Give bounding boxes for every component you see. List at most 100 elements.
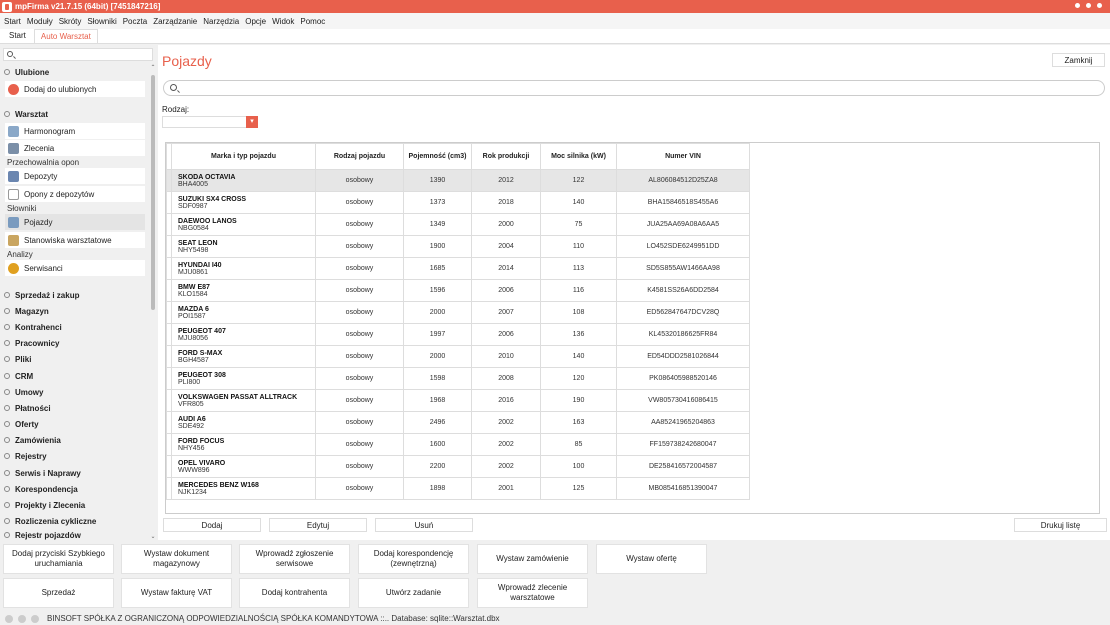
cell-vin[interactable]: PK086405988520146 bbox=[616, 367, 750, 390]
table-row[interactable]: SEAT LEON NHY5498 osobowy 1900 2004 110 LO452S… bbox=[166, 235, 750, 258]
table-row[interactable]: SKODA OCTAVIA BHA4005 osobowy 1390 2012 122 AL… bbox=[166, 169, 750, 192]
cell-power[interactable]: 110 bbox=[540, 235, 617, 258]
cell-type[interactable]: osobowy bbox=[315, 411, 404, 434]
table-row[interactable]: PEUGEOT 308 PLI800 osobowy 1598 2008 120 PK086… bbox=[166, 367, 750, 390]
cell-vin[interactable]: KL45320186625FR84 bbox=[616, 323, 750, 346]
cell-vin[interactable]: SD5S855AW1466AA98 bbox=[616, 257, 750, 280]
cell-capacity[interactable]: 2200 bbox=[403, 455, 472, 478]
cell-type[interactable]: osobowy bbox=[315, 323, 404, 346]
close-dot-icon[interactable] bbox=[1097, 3, 1102, 8]
quick-create-task-button[interactable]: Utwórz zadanie bbox=[358, 578, 469, 608]
quick-offer-button[interactable]: Wystaw ofertę bbox=[596, 544, 707, 574]
section-rejestry[interactable]: Rejestry bbox=[3, 449, 148, 463]
cell-power[interactable]: 120 bbox=[540, 367, 617, 390]
cell-capacity[interactable]: 1997 bbox=[403, 323, 472, 346]
cell-vehicle[interactable]: MERCEDES BENZ W168 NJK1234 bbox=[171, 477, 316, 500]
cell-power[interactable]: 190 bbox=[540, 389, 617, 412]
cell-vehicle[interactable]: HYUNDAI I40 MJU0861 bbox=[171, 257, 316, 280]
column-header-vin[interactable]: Numer VIN bbox=[616, 143, 750, 170]
table-row[interactable]: MERCEDES BENZ W168 NJK1234 osobowy 1898 2001… bbox=[166, 477, 750, 500]
cell-vin[interactable]: JUA25AA69A08A6AA5 bbox=[616, 213, 750, 236]
cell-vehicle[interactable]: VOLKSWAGEN PASSAT ALLTRACK VFR805 bbox=[171, 389, 316, 412]
cell-power[interactable]: 122 bbox=[540, 169, 617, 192]
minimize-dot-icon[interactable] bbox=[1075, 3, 1080, 8]
quick-order-button[interactable]: Wystaw zamówienie bbox=[477, 544, 588, 574]
cell-year[interactable]: 2010 bbox=[471, 345, 541, 368]
cell-type[interactable]: osobowy bbox=[315, 279, 404, 302]
cell-power[interactable]: 116 bbox=[540, 279, 617, 302]
table-row[interactable]: SUZUKI SX4 CROSS SDF0987 osobowy 1373 2018 14… bbox=[166, 191, 750, 214]
quick-service-request-button[interactable]: Wprowadź zgłoszenie serwisowe bbox=[239, 544, 350, 574]
menu-start[interactable]: Start bbox=[4, 17, 21, 26]
menu-zarzadzanie[interactable]: Zarządzanie bbox=[153, 17, 197, 26]
column-header-moc[interactable]: Moc silnika (kW) bbox=[540, 143, 617, 170]
menu-opcje[interactable]: Opcje bbox=[245, 17, 266, 26]
section-rozliczenia[interactable]: Rozliczenia cykliczne bbox=[3, 514, 148, 528]
edit-button[interactable]: Edytuj bbox=[269, 518, 367, 532]
section-pracownicy[interactable]: Pracownicy bbox=[3, 336, 148, 350]
maximize-dot-icon[interactable] bbox=[1086, 3, 1091, 8]
sidebar-search-input[interactable] bbox=[3, 48, 153, 61]
cell-capacity[interactable]: 1685 bbox=[403, 257, 472, 280]
column-header-pojemnosc[interactable]: Pojemność (cm3) bbox=[403, 143, 472, 170]
cell-capacity[interactable]: 1968 bbox=[403, 389, 472, 412]
cell-power[interactable]: 163 bbox=[540, 411, 617, 434]
cell-vin[interactable]: BHA15846518S455A6 bbox=[616, 191, 750, 214]
cell-capacity[interactable]: 1596 bbox=[403, 279, 472, 302]
cell-power[interactable]: 140 bbox=[540, 345, 617, 368]
sidebar-item-opony[interactable]: Opony z depozytów bbox=[5, 186, 145, 202]
sidebar-scrollbar[interactable]: ⌃ ⌄ bbox=[149, 65, 157, 540]
cell-power[interactable]: 100 bbox=[540, 455, 617, 478]
cell-capacity[interactable]: 1349 bbox=[403, 213, 472, 236]
cell-type[interactable]: osobowy bbox=[315, 455, 404, 478]
quick-vat-invoice-button[interactable]: Wystaw fakturę VAT bbox=[121, 578, 232, 608]
cell-year[interactable]: 2004 bbox=[471, 235, 541, 258]
sidebar-item-depozyty[interactable]: Depozyty bbox=[5, 168, 145, 184]
cell-vehicle[interactable]: FORD S-MAX BGH4587 bbox=[171, 345, 316, 368]
cell-vehicle[interactable]: DAEWOO LANOS NBG0584 bbox=[171, 213, 316, 236]
cell-type[interactable]: osobowy bbox=[315, 433, 404, 456]
cell-year[interactable]: 2007 bbox=[471, 301, 541, 324]
cell-vin[interactable]: DE258416572004587 bbox=[616, 455, 750, 478]
quick-correspondence-button[interactable]: Dodaj korespondencję (zewnętrzną) bbox=[358, 544, 469, 574]
section-warsztat[interactable]: Warsztat bbox=[3, 107, 148, 121]
table-row[interactable]: MAZDA 6 POI1587 osobowy 2000 2007 108 ED562847… bbox=[166, 301, 750, 324]
cell-vin[interactable]: AA85241965204863 bbox=[616, 411, 750, 434]
tab-auto-warsztat[interactable]: Auto Warsztat bbox=[33, 29, 98, 43]
section-platnosci[interactable]: Płatności bbox=[3, 401, 148, 415]
section-crm[interactable]: CRM bbox=[3, 369, 148, 383]
table-row[interactable]: OPEL VIVARO WWW896 osobowy 2200 2002 100 DE258… bbox=[166, 455, 750, 478]
cell-vin[interactable]: VW805730416086415 bbox=[616, 389, 750, 412]
cell-year[interactable]: 2002 bbox=[471, 455, 541, 478]
section-pliki[interactable]: Pliki bbox=[3, 352, 148, 366]
cell-year[interactable]: 2002 bbox=[471, 433, 541, 456]
section-kontrahenci[interactable]: Kontrahenci bbox=[3, 320, 148, 334]
cell-vehicle[interactable]: MAZDA 6 POI1587 bbox=[171, 301, 316, 324]
column-header-marka[interactable]: Marka i typ pojazdu bbox=[171, 143, 316, 170]
cell-capacity[interactable]: 2000 bbox=[403, 345, 472, 368]
table-row[interactable]: FORD S-MAX BGH4587 osobowy 2000 2010 140 ED54D… bbox=[166, 345, 750, 368]
cell-vin[interactable]: K4581SS26A6DD2584 bbox=[616, 279, 750, 302]
cell-vin[interactable]: FF159738242680047 bbox=[616, 433, 750, 456]
cell-power[interactable]: 136 bbox=[540, 323, 617, 346]
tab-start[interactable]: Start bbox=[3, 29, 32, 43]
search-input[interactable] bbox=[163, 80, 1105, 96]
cell-vehicle[interactable]: AUDI A6 SDE492 bbox=[171, 411, 316, 434]
cell-vehicle[interactable]: SKODA OCTAVIA BHA4005 bbox=[171, 169, 316, 192]
cell-year[interactable]: 2018 bbox=[471, 191, 541, 214]
section-sprzedaz[interactable]: Sprzedaż i zakup bbox=[3, 288, 148, 302]
table-row[interactable]: BMW E87 KLO1584 osobowy 1596 2006 116 K4581SS2… bbox=[166, 279, 750, 302]
cell-vehicle[interactable]: SUZUKI SX4 CROSS SDF0987 bbox=[171, 191, 316, 214]
section-rejestr-pojazdow[interactable]: Rejestr pojazdów bbox=[3, 530, 148, 540]
table-row[interactable]: PEUGEOT 407 MJU8056 osobowy 1997 2006 136 KL45… bbox=[166, 323, 750, 346]
cell-type[interactable]: osobowy bbox=[315, 235, 404, 258]
cell-vehicle[interactable]: PEUGEOT 308 PLI800 bbox=[171, 367, 316, 390]
cell-vin[interactable]: ED54DDD2581026844 bbox=[616, 345, 750, 368]
sidebar-item-serwisanci[interactable]: Serwisanci bbox=[5, 260, 145, 276]
quick-add-contractor-button[interactable]: Dodaj kontrahenta bbox=[239, 578, 350, 608]
table-row[interactable]: DAEWOO LANOS NBG0584 osobowy 1349 2000 75 JUA2… bbox=[166, 213, 750, 236]
cell-vehicle[interactable]: OPEL VIVARO WWW896 bbox=[171, 455, 316, 478]
section-zamowienia[interactable]: Zamówienia bbox=[3, 433, 148, 447]
sidebar-item-zlecenia[interactable]: Zlecenia bbox=[5, 140, 145, 156]
sidebar-item-pojazdy[interactable]: Pojazdy bbox=[5, 214, 145, 230]
